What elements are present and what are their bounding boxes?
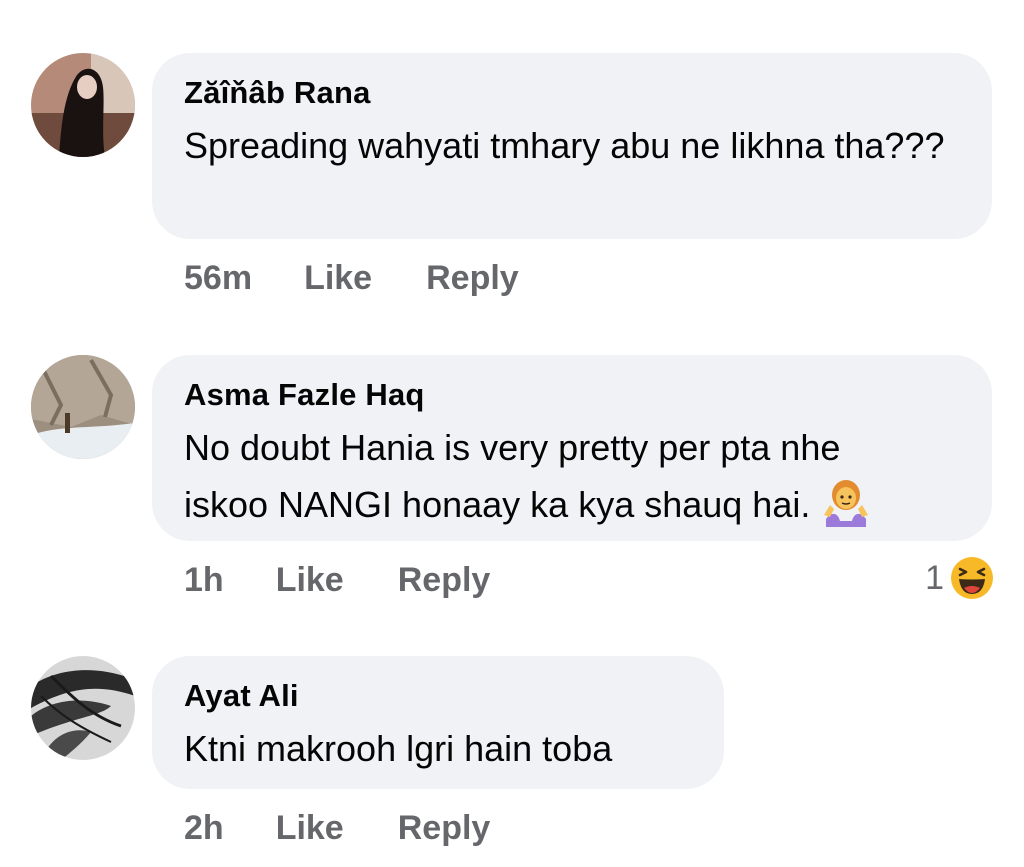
comment-author[interactable]: Asma Fazle Haq (184, 375, 960, 415)
reply-button[interactable]: Reply (398, 561, 491, 600)
comment-author[interactable]: Ayat Ali (184, 676, 692, 716)
comment-time[interactable]: 56m (184, 259, 252, 298)
avatar[interactable] (31, 355, 135, 459)
avatar-photo (31, 355, 135, 459)
reaction-count: 1 (925, 558, 944, 597)
comment-actions: 2h Like Reply (184, 808, 490, 848)
avatar-photo (31, 656, 135, 760)
reaction-summary[interactable]: 1 (925, 554, 994, 602)
comment-bubble[interactable]: Ayat Ali Ktni makrooh lgri hain toba (152, 656, 724, 789)
comment-text-line: iskoo NANGI honaay ka kya shauq hai. (184, 475, 960, 532)
reply-button[interactable]: Reply (398, 809, 491, 848)
comment-actions: 1h Like Reply (184, 560, 490, 600)
avatar-photo (31, 53, 135, 157)
comment-time[interactable]: 1h (184, 561, 224, 600)
comment-bubble[interactable]: Zăîňâb Rana Spreading wahyati tmhary abu… (152, 53, 992, 239)
comment-text: No doubt Hania is very pretty per pta nh… (184, 421, 960, 532)
comment-text: Ktni makrooh lgri hain toba (184, 728, 613, 769)
comment-bubble[interactable]: Asma Fazle Haq No doubt Hania is very pr… (152, 355, 992, 541)
comment-time[interactable]: 2h (184, 809, 224, 848)
comment-text-line-content: iskoo NANGI honaay ka kya shauq hai. (184, 484, 811, 525)
like-button[interactable]: Like (304, 259, 372, 298)
avatar[interactable] (31, 656, 135, 760)
reply-button[interactable]: Reply (426, 259, 519, 298)
comment-actions: 56m Like Reply (184, 258, 519, 298)
comment-text-line: No doubt Hania is very pretty per pta nh… (184, 427, 841, 468)
like-button[interactable]: Like (276, 561, 344, 600)
comment-text: Spreading wahyati tmhary abu ne likhna t… (184, 125, 945, 166)
avatar[interactable] (31, 53, 135, 157)
comment-author[interactable]: Zăîňâb Rana (184, 73, 960, 113)
woman-shrugging-icon (824, 480, 869, 527)
laughing-face-icon (951, 557, 993, 599)
like-button[interactable]: Like (276, 809, 344, 848)
